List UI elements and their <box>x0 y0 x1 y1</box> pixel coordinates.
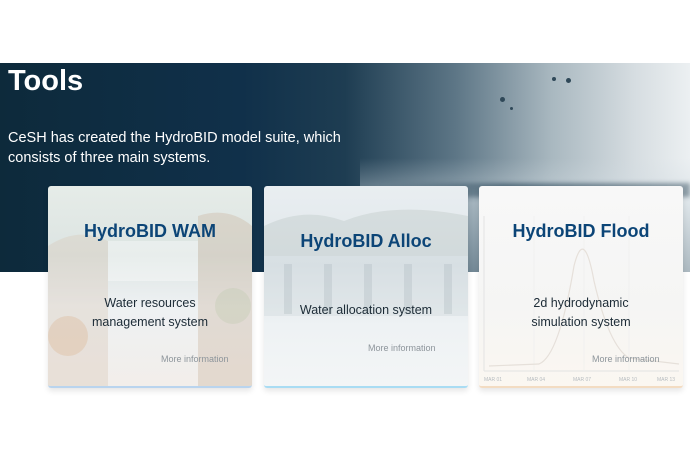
more-information-link[interactable]: More information <box>368 343 436 353</box>
card-description: 2d hydrodynamic simulation system <box>479 294 683 332</box>
card-description-line: simulation system <box>531 315 631 329</box>
tool-card-alloc[interactable]: HydroBID Alloc Water allocation system M… <box>264 186 468 388</box>
dam-background-image <box>264 209 468 316</box>
chart-axis-label: MAR 10 <box>619 377 638 383</box>
more-information-link[interactable]: More information <box>592 354 660 364</box>
card-description-line: Water allocation system <box>299 303 433 317</box>
hero-droplet-icon <box>552 77 556 81</box>
card-description-line: 2d hydrodynamic <box>533 296 629 310</box>
chart-axis-label: MAR 01 <box>484 377 503 383</box>
card-title: HydroBID Flood <box>512 221 650 241</box>
hero-droplet-icon <box>510 107 513 110</box>
intro-text: CeSH has created the HydroBID model suit… <box>8 130 341 166</box>
chart-axis-label: MAR 04 <box>527 377 546 383</box>
page-title: Tools <box>8 65 84 97</box>
tool-card-flood[interactable]: HydroBID Flood 2d hydrodynamic simulatio… <box>479 186 683 388</box>
card-description-line: management system <box>91 315 209 329</box>
card-title: HydroBID WAM <box>84 221 216 241</box>
card-title: HydroBID Alloc <box>300 231 432 251</box>
more-information-link[interactable]: More information <box>161 354 229 364</box>
tool-card-wam[interactable]: HydroBID WAM Water resources management … <box>48 186 252 388</box>
card-description: Water allocation system <box>264 301 468 320</box>
chart-axis-label: MAR 07 <box>573 377 592 383</box>
hero-droplet-icon <box>500 97 505 102</box>
card-description-line: Water resources <box>104 296 196 310</box>
chart-axis-label: MAR 13 <box>657 377 676 383</box>
card-description: Water resources management system <box>48 294 252 332</box>
hero-droplet-icon <box>566 78 571 83</box>
